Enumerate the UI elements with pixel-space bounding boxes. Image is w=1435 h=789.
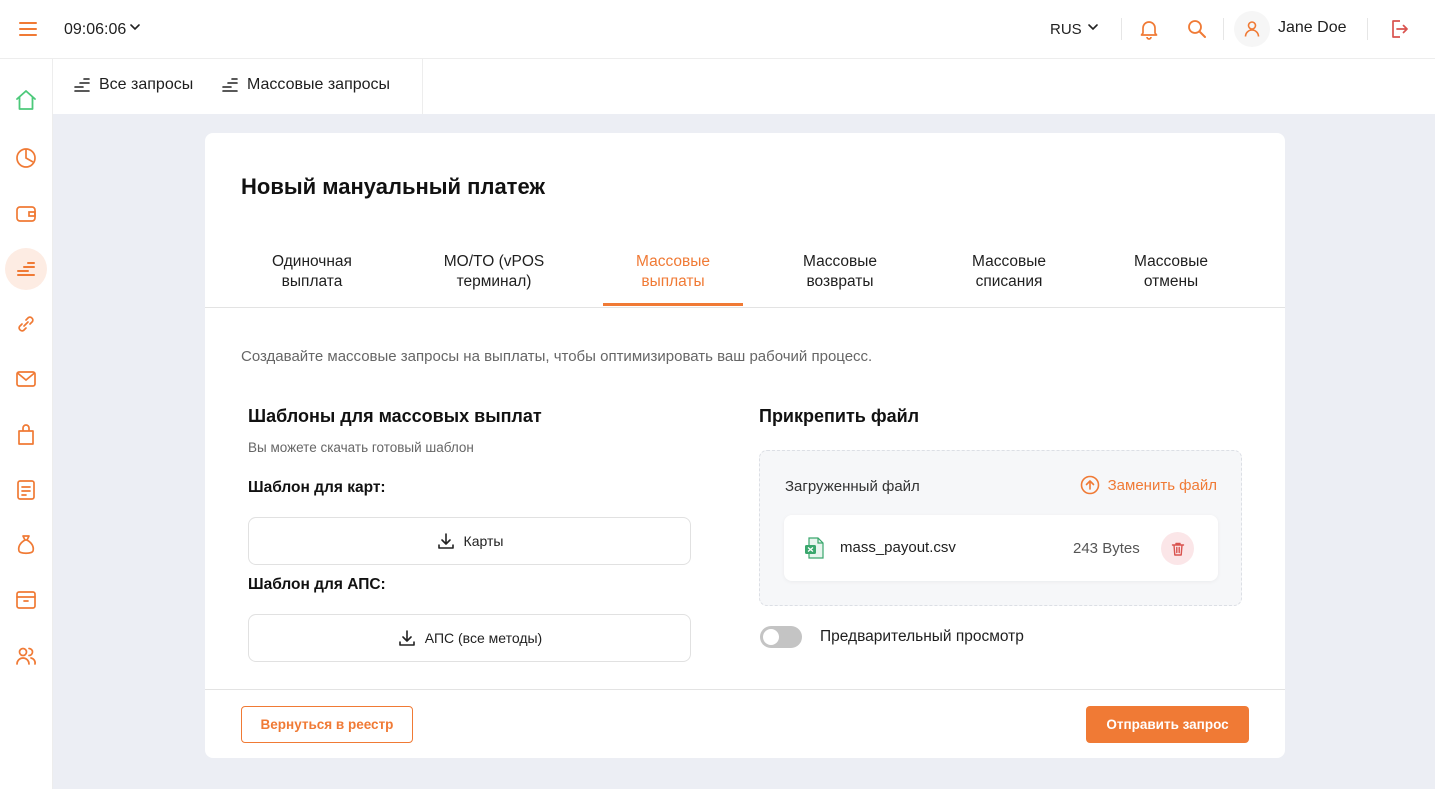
payouts-icon: [222, 78, 238, 92]
manual-payment-card: Новый мануальный платеж Одиночная выплат…: [205, 133, 1285, 758]
templates-title: Шаблоны для массовых выплат: [248, 406, 542, 426]
tab-label-line1: MO/TO (vPOS: [443, 253, 545, 270]
divider: [1367, 18, 1368, 40]
download-icon: [437, 533, 454, 549]
menu-icon[interactable]: [18, 19, 40, 39]
divider: [1223, 18, 1224, 40]
tab-moto-vpos[interactable]: MO/TO (vPOS терминал): [424, 252, 564, 292]
archive-icon: [16, 591, 36, 609]
tab-label-line2: выплата: [281, 273, 343, 290]
download-aps-label: АПС (все методы): [424, 630, 543, 646]
trash-icon: [1171, 542, 1184, 556]
submit-request-button[interactable]: Отправить запрос: [1086, 706, 1249, 743]
username[interactable]: Jane Doe: [1278, 19, 1347, 37]
chevron-down-icon: [128, 20, 142, 39]
pie-chart-icon: [16, 148, 36, 168]
sub-navigation: Все запросы Массовые запросы: [53, 59, 1435, 114]
subnav-mass-requests-label: Массовые запросы: [247, 76, 391, 93]
subnav-mass-requests[interactable]: Массовые запросы: [221, 76, 390, 94]
wallet-icon: [16, 206, 36, 222]
tab-label-line1: Массовые: [636, 253, 710, 270]
document-icon: [17, 480, 35, 500]
cards-template-label: Шаблон для карт:: [248, 479, 386, 496]
chevron-down-icon: [1086, 20, 1100, 38]
home-icon: [16, 90, 36, 110]
logout-icon[interactable]: [1387, 17, 1411, 41]
delete-file-button[interactable]: [1161, 532, 1194, 565]
upload-icon: [1080, 475, 1099, 495]
money-bag-icon: [17, 535, 35, 555]
tab-label-line2: терминал): [456, 273, 532, 290]
tab-label-line2: выплаты: [641, 273, 705, 290]
avatar[interactable]: [1234, 11, 1270, 47]
sidebar-item-analytics[interactable]: [5, 137, 47, 179]
tab-mass-payouts[interactable]: Массовые выплаты: [603, 252, 743, 292]
csv-file-icon: [803, 536, 827, 565]
preview-toggle-label: Предварительный просмотр: [820, 628, 1024, 645]
file-size: 243 Bytes: [1073, 540, 1140, 557]
file-upload-area[interactable]: Загруженный файл Заменить файл mass_payo…: [759, 450, 1242, 606]
tab-label-line1: Одиночная: [272, 253, 352, 270]
user-icon: [1244, 21, 1260, 37]
sidebar: [0, 59, 53, 789]
sidebar-item-users[interactable]: [5, 635, 47, 677]
tab-label-line1: Массовые: [1134, 253, 1208, 270]
link-icon: [18, 316, 34, 332]
replace-file-button[interactable]: Заменить файл: [1080, 475, 1217, 495]
clock[interactable]: 09:06:06: [64, 20, 142, 39]
users-icon: [16, 647, 36, 665]
sidebar-item-wallet[interactable]: [5, 192, 47, 234]
payouts-icon: [74, 78, 90, 92]
sidebar-item-payouts[interactable]: [5, 248, 47, 290]
attach-file-title: Прикрепить файл: [759, 406, 920, 426]
back-to-registry-button[interactable]: Вернуться в реестр: [241, 706, 413, 743]
language-selector[interactable]: RUS: [1050, 20, 1100, 38]
divider: [1121, 18, 1122, 40]
file-name: mass_payout.csv: [840, 539, 956, 556]
subnav-all-requests-label: Все запросы: [99, 76, 194, 93]
sidebar-item-home[interactable]: [5, 79, 47, 121]
tab-single-payout[interactable]: Одиночная выплата: [242, 252, 382, 292]
page-title: Новый мануальный платеж: [241, 174, 545, 199]
payment-type-tabs: Одиночная выплата MO/TO (vPOS терминал) …: [205, 250, 1285, 308]
templates-subtitle: Вы можете скачать готовый шаблон: [248, 440, 474, 455]
sidebar-item-finance[interactable]: [5, 524, 47, 566]
sidebar-item-reports[interactable]: [5, 469, 47, 511]
subnav-group: Все запросы Массовые запросы: [53, 59, 423, 114]
mail-icon: [16, 371, 36, 387]
description: Создавайте массовые запросы на выплаты, …: [241, 348, 873, 365]
tab-label-line1: Массовые: [803, 253, 877, 270]
sidebar-item-links[interactable]: [5, 303, 47, 345]
uploaded-file-label: Загруженный файл: [785, 478, 920, 495]
language-label: RUS: [1050, 20, 1082, 38]
tab-mass-refunds[interactable]: Массовые возвраты: [770, 252, 910, 292]
bell-icon[interactable]: [1137, 17, 1161, 41]
top-bar: 09:06:06 RUS Jane Doe: [0, 0, 1435, 59]
uploaded-file-row: mass_payout.csv 243 Bytes: [784, 515, 1218, 581]
tab-mass-debits[interactable]: Массовые списания: [939, 252, 1079, 292]
replace-file-label: Заменить файл: [1107, 476, 1217, 494]
subnav-all-requests[interactable]: Все запросы: [73, 76, 193, 94]
tab-label-line2: отмены: [1143, 273, 1199, 290]
download-cards-label: Карты: [463, 533, 504, 549]
tab-label-line1: Массовые: [972, 253, 1046, 270]
aps-template-label: Шаблон для АПС:: [248, 576, 386, 593]
search-icon[interactable]: [1185, 17, 1209, 41]
bag-icon: [18, 424, 34, 445]
sidebar-item-orders[interactable]: [5, 414, 47, 456]
sidebar-item-archive[interactable]: [5, 579, 47, 621]
divider: [205, 689, 1285, 690]
download-cards-template-button[interactable]: Карты: [248, 517, 691, 565]
active-tab-indicator: [603, 303, 743, 306]
preview-toggle[interactable]: [760, 626, 802, 648]
payouts-icon: [17, 262, 35, 276]
tab-mass-cancellations[interactable]: Массовые отмены: [1101, 252, 1241, 292]
sidebar-item-mail[interactable]: [5, 358, 47, 400]
clock-time: 09:06:06: [64, 20, 127, 38]
toggle-knob: [763, 629, 779, 645]
download-icon: [398, 630, 415, 646]
tab-label-line2: списания: [975, 273, 1043, 290]
tab-label-line2: возвраты: [806, 273, 874, 290]
download-aps-template-button[interactable]: АПС (все методы): [248, 614, 691, 662]
